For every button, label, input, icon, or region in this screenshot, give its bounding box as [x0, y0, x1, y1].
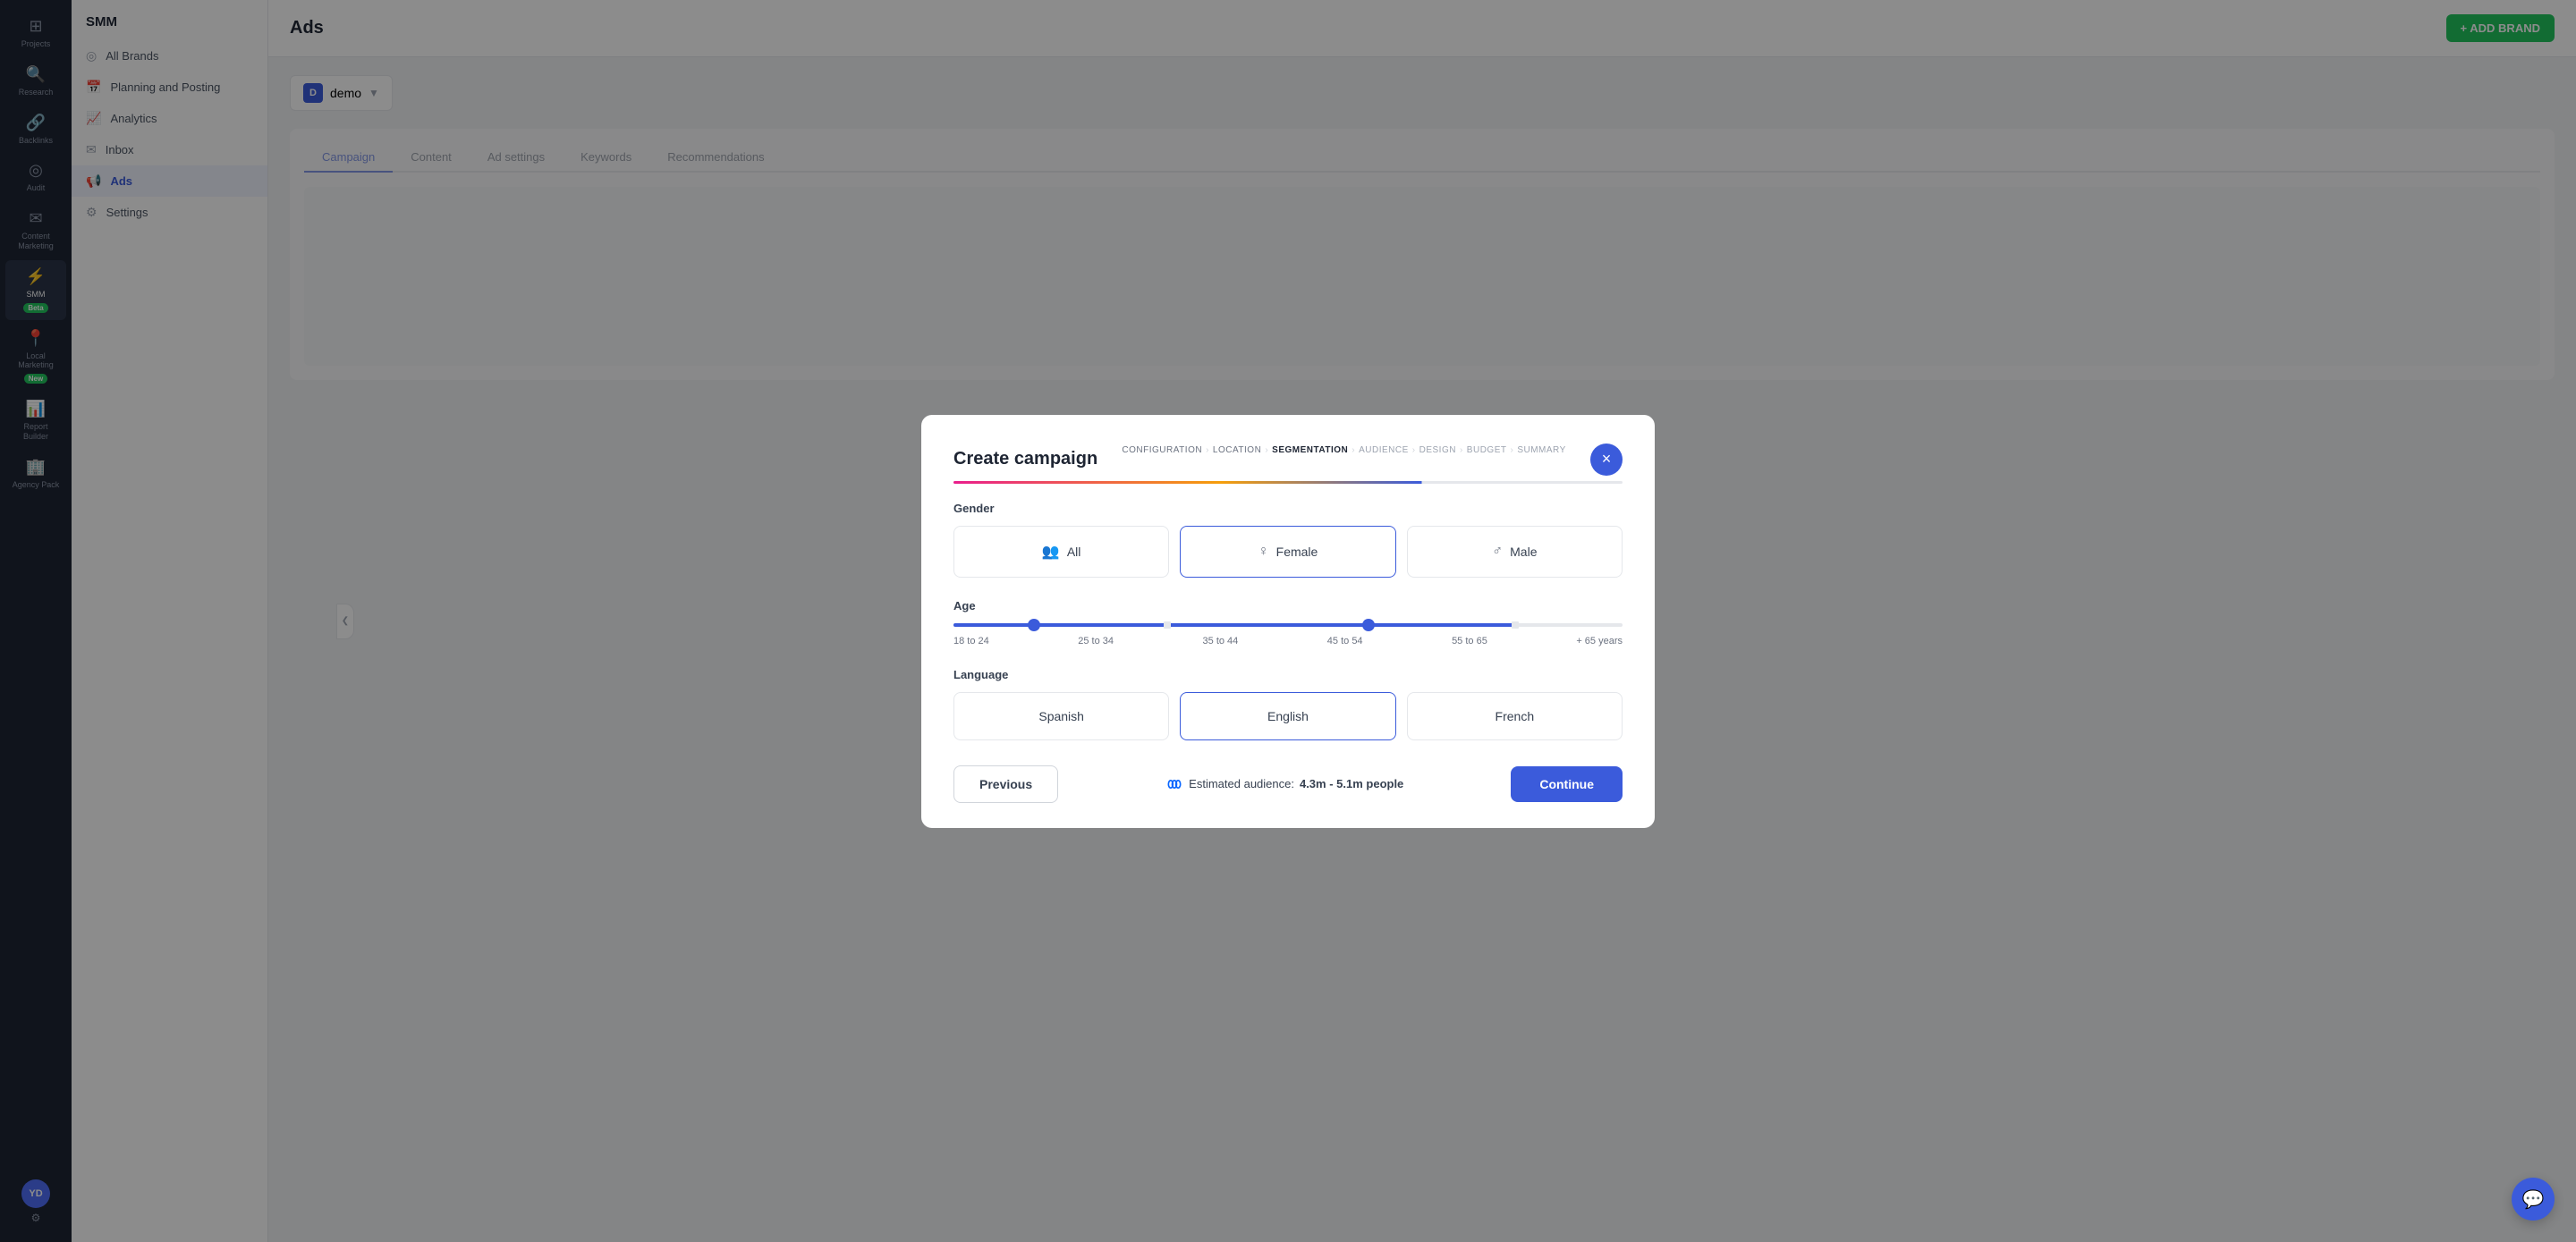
language-option-spanish[interactable]: Spanish [953, 692, 1169, 740]
language-option-english[interactable]: English [1180, 692, 1395, 740]
age-tick-1 [1164, 621, 1171, 629]
wizard-step-configuration: CONFIGURATION [1122, 445, 1202, 455]
age-slider-track [953, 623, 1623, 627]
wizard-step-design: DESIGN [1419, 445, 1456, 455]
gender-option-female[interactable]: ♀ Female [1180, 526, 1395, 578]
language-label: Language [953, 668, 1623, 681]
progress-bar [953, 481, 1623, 484]
age-label: Age [953, 599, 1623, 613]
language-option-french[interactable]: French [1407, 692, 1623, 740]
wizard-step-summary: SUMMARY [1517, 445, 1565, 455]
chat-bubble[interactable]: 💬 [2512, 1178, 2555, 1221]
age-labels: 18 to 24 25 to 34 35 to 44 45 to 54 55 t… [953, 636, 1623, 646]
audience-estimate: Estimated audience: 4.3m - 5.1m people [1165, 775, 1403, 793]
continue-button[interactable]: Continue [1511, 766, 1623, 802]
age-tick-2 [1512, 621, 1519, 629]
gender-option-male[interactable]: ♂ Male [1407, 526, 1623, 578]
gender-options: 👥 All ♀ Female ♂ Male [953, 526, 1623, 578]
wizard-step-location: LOCATION [1213, 445, 1261, 455]
female-icon: ♀ [1258, 544, 1269, 560]
wizard-step-audience: AUDIENCE [1359, 445, 1409, 455]
modal-overlay: Create campaign CONFIGURATION › LOCATION… [0, 0, 2576, 1242]
age-slider[interactable]: 18 to 24 25 to 34 35 to 44 45 to 54 55 t… [953, 623, 1623, 646]
age-thumb-max[interactable] [1362, 619, 1375, 631]
audience-est-value: 4.3m - 5.1m people [1300, 777, 1403, 790]
audience-est-label: Estimated audience: [1189, 777, 1294, 790]
age-thumb-min[interactable] [1028, 619, 1040, 631]
age-label-45-54: 45 to 54 [1327, 636, 1363, 646]
modal-close-button[interactable]: × [1590, 444, 1623, 476]
age-label-55-65: 55 to 65 [1452, 636, 1487, 646]
age-label-25-34: 25 to 34 [1078, 636, 1114, 646]
modal: Create campaign CONFIGURATION › LOCATION… [921, 415, 1655, 828]
modal-header: Create campaign CONFIGURATION › LOCATION… [953, 444, 1623, 476]
modal-footer: Previous Estimated audience: 4.3m - 5.1m… [953, 765, 1623, 803]
age-label-18-24: 18 to 24 [953, 636, 989, 646]
gender-label: Gender [953, 502, 1623, 515]
age-label-65-plus: + 65 years [1576, 636, 1623, 646]
modal-title: Create campaign [953, 449, 1097, 469]
wizard-step-budget: BUDGET [1467, 445, 1507, 455]
male-icon: ♂ [1492, 544, 1503, 560]
previous-button[interactable]: Previous [953, 765, 1058, 803]
age-label-35-44: 35 to 44 [1203, 636, 1239, 646]
meta-icon [1165, 775, 1183, 793]
wizard-step-segmentation: SEGMENTATION [1272, 445, 1348, 455]
language-section: Language Spanish English French [953, 668, 1623, 740]
wizard-steps: CONFIGURATION › LOCATION › SEGMENTATION … [1122, 445, 1565, 455]
all-gender-icon: 👥 [1042, 543, 1060, 561]
gender-option-all[interactable]: 👥 All [953, 526, 1169, 578]
age-section: Age 18 to 24 25 to 34 35 to 44 45 to 5 [953, 599, 1623, 646]
language-options: Spanish English French [953, 692, 1623, 740]
